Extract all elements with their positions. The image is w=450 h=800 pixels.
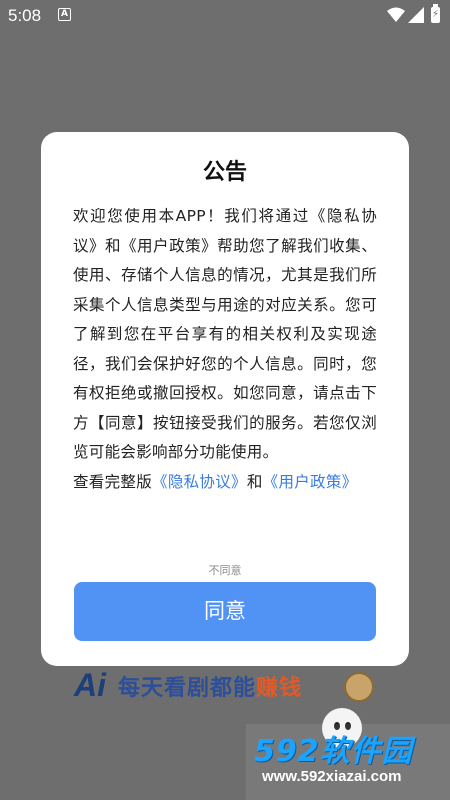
agree-button[interactable]: 同意 xyxy=(74,582,376,641)
status-bar: 5:08 A ⚡ xyxy=(0,0,450,32)
dialog-links-line: 查看完整版《隐私协议》和《用户政策》 xyxy=(73,468,377,498)
status-time: 5:08 xyxy=(8,6,42,25)
user-policy-link[interactable]: 《用户政策》 xyxy=(263,473,358,491)
watermark-title: 592软件园 xyxy=(254,734,413,769)
privacy-agreement-link[interactable]: 《隐私协议》 xyxy=(152,473,247,491)
watermark-url: www.592xiazai.com xyxy=(262,768,402,785)
app-logo: Ai xyxy=(74,667,106,703)
announcement-dialog: 公告 欢迎您使用本APP！我们将通过《隐私协议》和《用户政策》帮助您了解我们收集… xyxy=(41,132,409,666)
dialog-body-text: 欢迎您使用本APP！我们将通过《隐私协议》和《用户政策》帮助您了解我们收集、使用… xyxy=(73,207,377,461)
banner-text-highlight: 赚钱 xyxy=(256,676,303,701)
banner-text-main: 每天看剧都能 xyxy=(118,676,257,701)
disagree-button[interactable]: 不同意 xyxy=(41,562,409,578)
dialog-body: 欢迎您使用本APP！我们将通过《隐私协议》和《用户政策》帮助您了解我们收集、使用… xyxy=(73,202,377,497)
coin-icon xyxy=(344,672,374,702)
wifi-icon xyxy=(387,7,405,22)
links-prefix: 查看完整版 xyxy=(73,472,153,491)
signal-icon xyxy=(408,7,424,23)
links-joiner: 和 xyxy=(246,472,263,491)
battery-icon: ⚡ xyxy=(431,4,440,23)
promo-banner: Ai 每天看剧都能赚钱 xyxy=(74,668,384,704)
notification-icon: A xyxy=(58,8,71,21)
dialog-title: 公告 xyxy=(202,160,247,185)
watermark: 592软件园 www.592xiazai.com xyxy=(246,724,450,800)
banner-text: 每天看剧都能赚钱 xyxy=(118,670,302,702)
